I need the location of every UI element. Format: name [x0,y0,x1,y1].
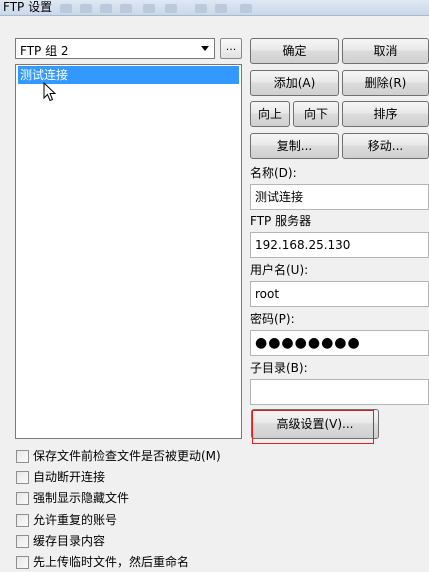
name-field[interactable]: 测试连接 [250,184,429,210]
checkbox-box[interactable] [16,492,29,505]
username-field[interactable]: root [250,281,429,307]
connection-list[interactable]: 测试连接 [15,64,242,439]
checkbox-label: 保存文件前检查文件是否被更动(M) [33,449,221,463]
checkbox-box[interactable] [16,514,29,527]
annotation-highlight-box [252,410,374,444]
toolbar-icon [165,4,177,13]
sort-button[interactable]: 排序 [342,101,429,127]
window-title: FTP 设置 [3,0,53,14]
password-label: 密码(P): [250,312,295,326]
server-field[interactable]: 192.168.25.130 [250,232,429,258]
toolbar-icon [80,4,92,13]
toolbar-icon [120,4,132,13]
server-label: FTP 服务器 [250,214,312,228]
checkbox-box[interactable] [16,450,29,463]
ftp-group-dropdown[interactable]: FTP 组 2 [15,38,215,59]
toolbar-icon [195,4,207,13]
add-button[interactable]: 添加(A) [250,70,339,96]
move-down-button[interactable]: 向下 [293,101,339,127]
checkbox-box[interactable] [16,471,29,484]
checkbox-label: 允许重复的账号 [33,513,118,527]
toolbar-icon [60,4,72,13]
subdirectory-label: 子目录(B): [250,361,308,375]
checkbox-box[interactable] [16,556,29,569]
name-label: 名称(D): [250,166,297,180]
ftp-group-value: FTP 组 2 [20,44,69,58]
password-field[interactable]: ●●●●●●●● [250,330,429,356]
move-up-button[interactable]: 向上 [250,101,290,127]
dropdown-arrow-icon [201,46,209,51]
subdirectory-field[interactable] [250,379,429,405]
checkbox-box[interactable] [16,535,29,548]
mouse-cursor-icon [43,82,57,102]
cancel-button[interactable]: 取消 [342,38,429,64]
ok-button[interactable]: 确定 [250,38,339,64]
toolbar-icon [143,4,155,13]
copy-button[interactable]: 复制... [250,133,339,159]
toolbar-icon [240,4,252,13]
checkbox-label: 缓存目录内容 [33,534,106,548]
checkbox-label: 强制显示隐藏文件 [33,491,130,505]
checkbox-label: 自动断开连接 [33,470,106,484]
toolbar-icon [215,4,227,13]
username-label: 用户名(U): [250,263,309,277]
group-browse-button[interactable]: ... [220,38,242,59]
move-button[interactable]: 移动... [342,133,429,159]
delete-button[interactable]: 删除(R) [342,70,429,96]
toolbar-icon [100,4,112,13]
title-bar: FTP 设置 [0,0,429,16]
checkbox-label: 先上传临时文件，然后重命名 [33,555,190,569]
